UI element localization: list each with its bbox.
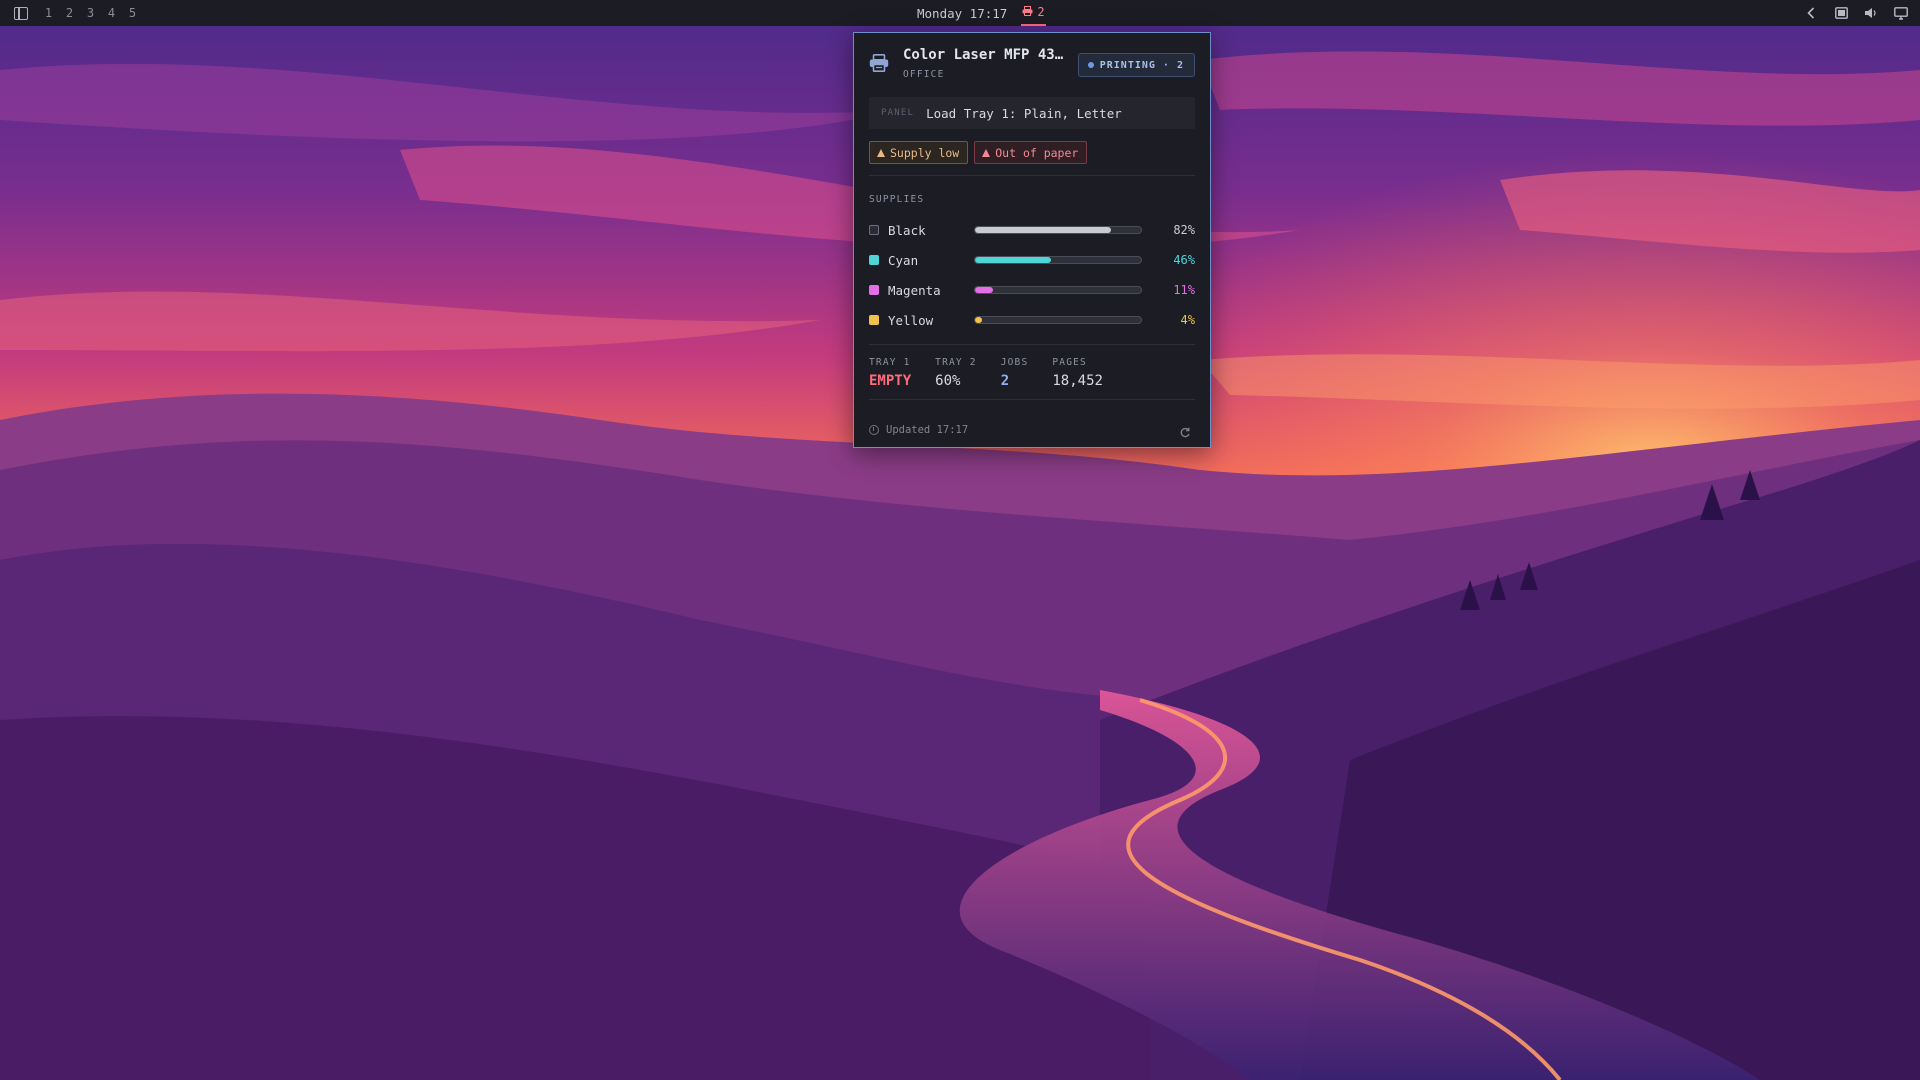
supply-level-bar [974,286,1142,294]
workspace-4[interactable]: 4 [101,6,122,20]
stat-tray-2: TRAY 2 60% [935,357,977,389]
magenta-swatch [869,285,879,295]
supply-level-fill [975,317,982,323]
alert-label: Out of paper [995,145,1079,160]
system-tray [1804,0,1908,26]
warning-icon [877,148,885,157]
top-bar: 1 2 3 4 5 Monday 17:17 2 [0,0,1920,26]
supply-percent: 4% [1180,313,1195,327]
printer-stats: TRAY 1 EMPTY TRAY 2 60% JOBS 2 PAGES 18,… [869,357,1195,389]
printer-icon [869,54,889,72]
stat-label: PAGES [1052,357,1087,368]
display-icon[interactable] [1894,6,1908,20]
black-swatch [869,225,879,235]
workspace-1[interactable]: 1 [38,6,59,20]
stat-jobs: JOBS 2 [1001,357,1029,389]
divider [869,399,1195,400]
divider [869,175,1195,176]
status-dot-icon [1087,62,1094,68]
stat-value: EMPTY [869,373,912,389]
supply-name: Black [888,222,926,238]
status-badge[interactable]: PRINTING · 2 [1077,53,1195,77]
chevron-left-icon[interactable] [1804,6,1818,20]
volume-icon[interactable] [1864,6,1878,20]
workspace-5[interactable]: 5 [122,6,143,20]
stat-value: 18,452 [1052,373,1103,389]
stat-value: 2 [1000,373,1010,389]
stat-tray-1: TRAY 1 EMPTY [869,357,911,389]
window-icon[interactable] [1834,6,1848,20]
alert-label: Supply low [890,145,960,160]
popup-footer: Updated 17:17 [869,410,1195,450]
supplies-list: Black 82% Cyan 46% Magenta 11% Yellow 4% [869,215,1195,335]
supply-name: Magenta [888,282,941,298]
supplies-heading: SUPPLIES [869,194,925,205]
alert-supply-low[interactable]: Supply low [869,141,969,164]
warning-icon [982,148,991,157]
stat-pages: PAGES 18,452 [1052,357,1103,389]
panel-message: PANEL Load Tray 1: Plain, Letter [869,97,1195,129]
supply-level-bar [974,226,1142,234]
yellow-swatch [869,315,879,325]
printer-name: Color Laser MFP 43… [903,47,1064,63]
alert-out-of-paper[interactable]: Out of paper [974,141,1088,164]
stat-label: TRAY 2 [935,357,977,368]
supply-level-fill [975,227,1112,233]
supply-percent: 46% [1173,253,1195,267]
supply-level-fill [975,287,994,293]
supply-percent: 11% [1173,283,1195,297]
workspace-3[interactable]: 3 [80,6,101,20]
layout-icon[interactable] [14,6,28,20]
alerts: Supply low Out of paper [869,141,1195,164]
workspace-switcher: 1 2 3 4 5 [14,0,143,26]
stat-value: 60% [935,373,961,389]
print-status-indicator[interactable]: 2 [1021,0,1046,26]
stat-label: TRAY 1 [869,357,911,368]
stat-label: JOBS [1000,357,1029,368]
supply-percent: 82% [1173,223,1195,237]
supply-black: Black 82% [869,215,1195,245]
workspace-2[interactable]: 2 [59,6,80,20]
panel-text: Load Tray 1: Plain, Letter [926,105,1122,121]
printer-location: OFFICE [903,69,945,80]
supply-level-bar [974,316,1142,324]
updated-timestamp: Updated 17:17 [886,424,969,436]
clock[interactable]: Monday 17:17 [917,6,1007,21]
supply-cyan: Cyan 46% [869,245,1195,275]
clock-icon [869,425,879,435]
supply-name: Yellow [888,312,934,328]
printer-icon [1022,5,1033,19]
supply-level-bar [974,256,1142,264]
print-jobs-count: 2 [1037,5,1045,19]
refresh-icon[interactable] [1179,424,1191,438]
divider [869,344,1195,345]
topbar-center: Monday 17:17 2 [917,0,1046,26]
panel-tag: PANEL [881,108,915,118]
supply-name: Cyan [888,252,919,268]
printer-header: Color Laser MFP 43… OFFICE PRINTING · 2 [869,33,1195,89]
cyan-swatch [869,255,879,265]
status-text: PRINTING · 2 [1099,59,1184,71]
printer-status-popup: Color Laser MFP 43… OFFICE PRINTING · 2 … [853,32,1211,448]
supply-level-fill [975,257,1052,263]
supply-magenta: Magenta 11% [869,275,1195,305]
supply-yellow: Yellow 4% [869,305,1195,335]
